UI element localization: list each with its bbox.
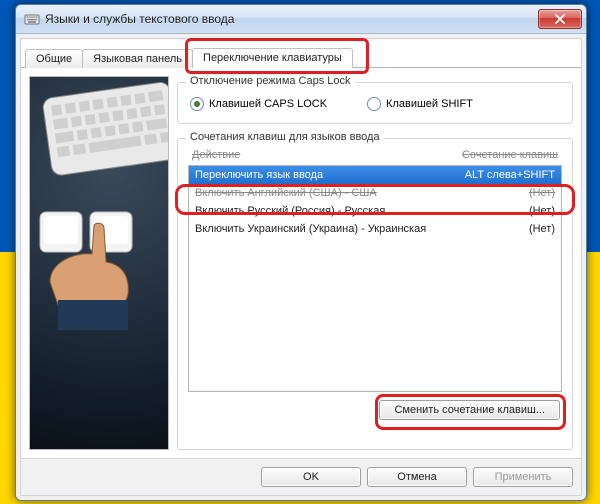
hotkey-value: ALT слева+SHIFT — [435, 167, 555, 183]
hotkeys-header: Действие Сочетание клавиш — [188, 147, 562, 165]
window-title: Языки и службы текстового ввода — [45, 12, 538, 26]
hotkey-row[interactable]: Включить Русский (Россия) - Русская(Нет) — [189, 202, 561, 220]
radio-icon — [367, 97, 381, 111]
dialog-window: Языки и службы текстового ввода Общие Яз… — [15, 4, 587, 501]
tab-general[interactable]: Общие — [25, 49, 83, 68]
titlebar[interactable]: Языки и службы текстового ввода — [16, 5, 586, 34]
hotkey-row[interactable]: Включить Английский (США) - США(Нет) — [189, 184, 561, 202]
hotkey-value: (Нет) — [435, 203, 555, 219]
radio-icon — [190, 97, 204, 111]
capslock-groupbox: Отключение режима Caps Lock Клавишей CAP… — [177, 82, 573, 124]
hotkeys-listbox[interactable]: Переключить язык вводаALT слева+SHIFTВкл… — [188, 165, 562, 392]
close-icon — [555, 14, 565, 24]
ok-button[interactable]: OK — [261, 467, 361, 487]
radio-shift[interactable]: Клавишей SHIFT — [367, 97, 473, 111]
hotkey-value: (Нет) — [435, 185, 555, 201]
settings-panel: Отключение режима Caps Lock Клавишей CAP… — [177, 76, 573, 450]
tab-language-bar[interactable]: Языковая панель — [82, 49, 193, 68]
apply-button[interactable]: Применить — [473, 467, 573, 487]
hotkey-action: Включить Русский (Россия) - Русская — [195, 203, 435, 219]
hotkey-row[interactable]: Переключить язык вводаALT слева+SHIFT — [189, 166, 561, 184]
tab-keyboard-switch[interactable]: Переключение клавиатуры — [192, 48, 353, 68]
side-illustration — [29, 76, 169, 450]
capslock-legend: Отключение режима Caps Lock — [186, 75, 355, 87]
dialog-buttons: OK Отмена Применить — [21, 458, 581, 495]
tab-strip: Общие Языковая панель Переключение клави… — [21, 39, 581, 68]
cancel-button[interactable]: Отмена — [367, 467, 467, 487]
hotkey-action: Переключить язык ввода — [195, 167, 435, 183]
hotkeys-groupbox: Сочетания клавиш для языков ввода Действ… — [177, 138, 573, 450]
hotkeys-legend: Сочетания клавиш для языков ввода — [186, 131, 384, 143]
hotkey-action: Включить Украинский (Украина) - Украинск… — [195, 221, 435, 237]
hotkey-action: Включить Английский (США) - США — [195, 185, 435, 201]
radio-caps-lock[interactable]: Клавишей CAPS LOCK — [190, 97, 327, 111]
hotkey-value: (Нет) — [435, 221, 555, 237]
hotkey-row[interactable]: Включить Украинский (Украина) - Украинск… — [189, 220, 561, 238]
keyboard-hand-icon — [30, 77, 168, 457]
app-icon — [24, 11, 40, 27]
change-hotkey-button[interactable]: Сменить сочетание клавиш... — [379, 400, 560, 420]
client-area: Общие Языковая панель Переключение клави… — [20, 38, 582, 496]
close-button[interactable] — [538, 9, 582, 29]
tab-content: Отключение режима Caps Lock Клавишей CAP… — [21, 68, 581, 458]
